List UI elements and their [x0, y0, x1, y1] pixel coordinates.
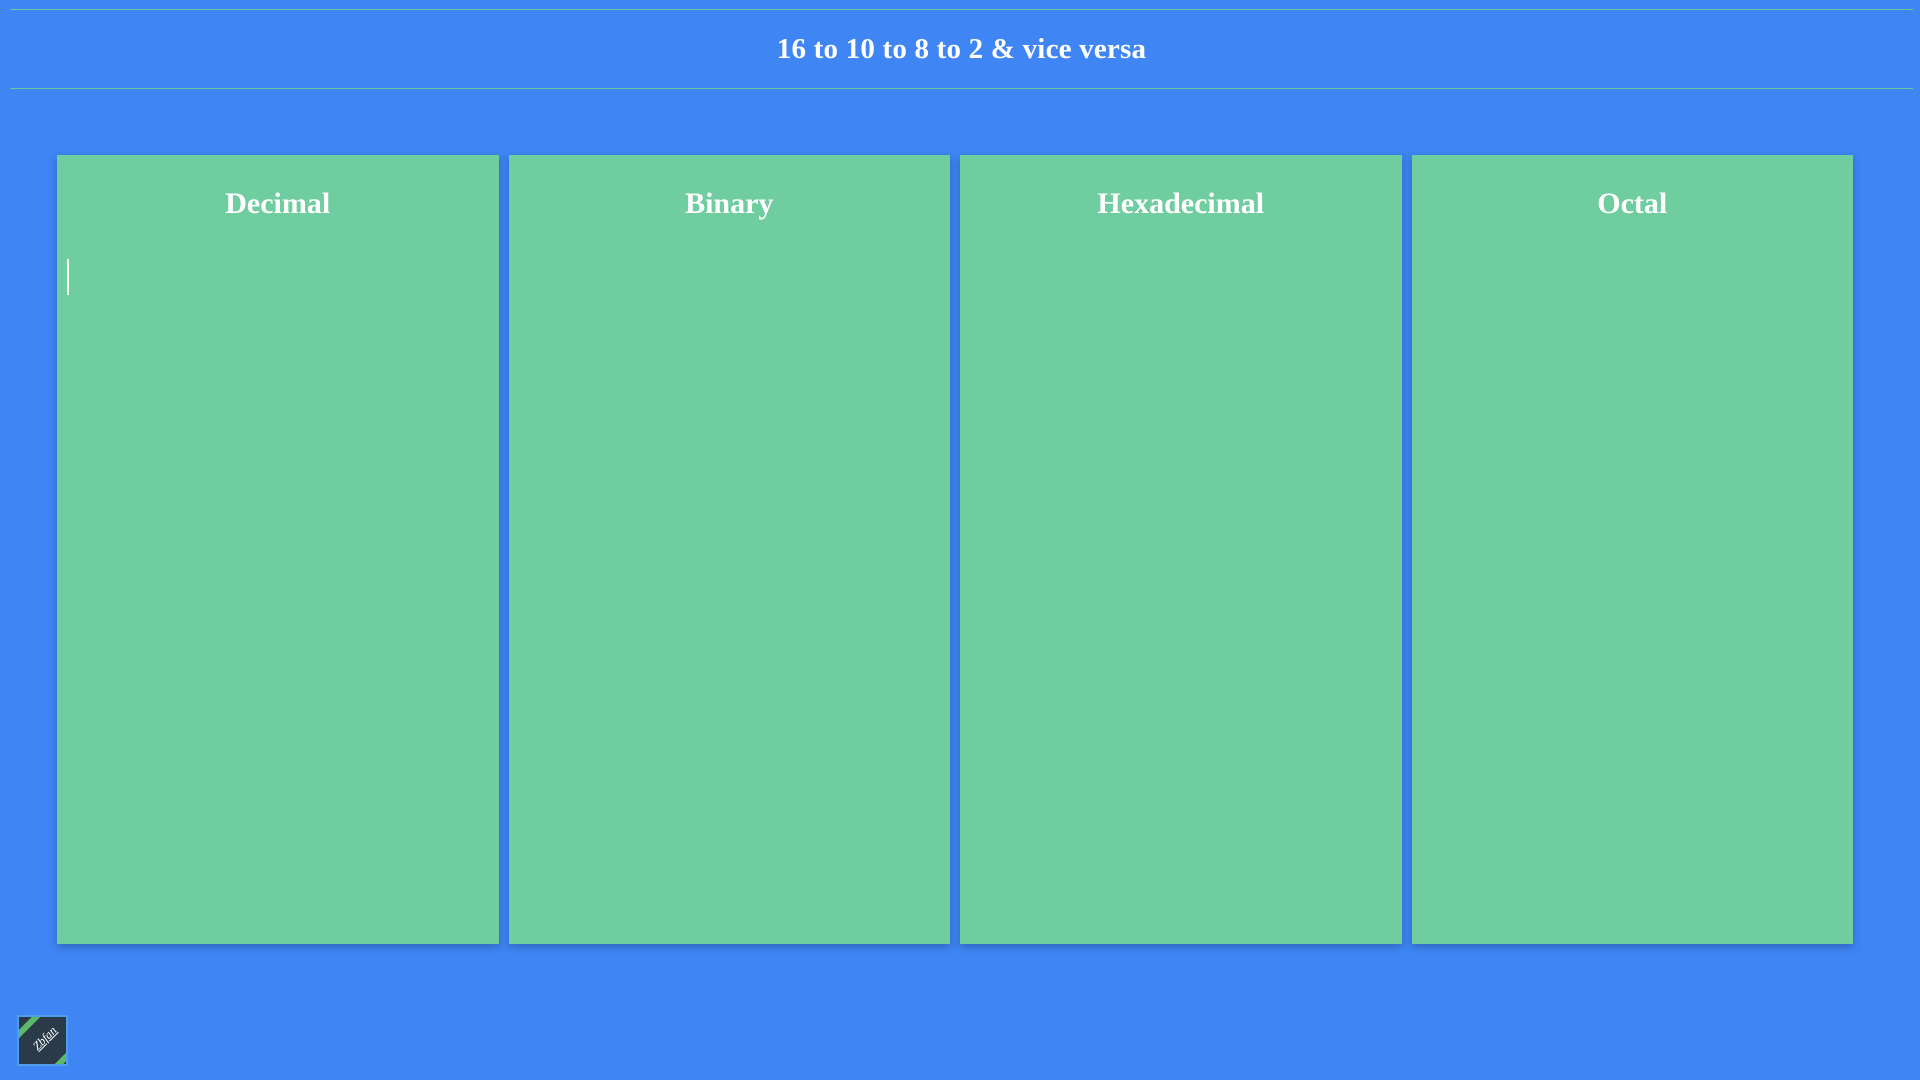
- octal-input[interactable]: [1419, 255, 1845, 934]
- binary-panel: Binary: [508, 155, 950, 944]
- octal-panel: Octal: [1411, 155, 1853, 944]
- decimal-input[interactable]: [65, 255, 491, 934]
- hexadecimal-title: Hexadecimal: [1097, 187, 1265, 220]
- page-header: 16 to 10 to 8 to 2 & vice versa: [10, 9, 1913, 89]
- converter-panels: Decimal Binary Hexadecimal Octal: [57, 155, 1853, 944]
- octal-title: Octal: [1597, 187, 1668, 220]
- binary-input[interactable]: [516, 255, 942, 934]
- hexadecimal-input[interactable]: [968, 255, 1394, 934]
- hexadecimal-panel: Hexadecimal: [960, 155, 1402, 944]
- decimal-panel: Decimal: [57, 155, 499, 944]
- page-title: 16 to 10 to 8 to 2 & vice versa: [776, 32, 1147, 65]
- decimal-title: Decimal: [225, 187, 331, 220]
- text-cursor: [67, 259, 69, 295]
- logo-badge[interactable]: Zbfan: [17, 1015, 68, 1066]
- binary-title: Binary: [685, 187, 774, 220]
